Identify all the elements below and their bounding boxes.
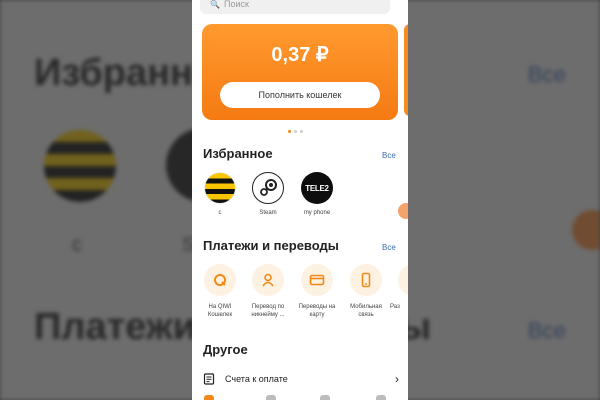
payment-label: Переводы на карту — [298, 304, 336, 318]
favorite-item-steam[interactable]: Steam — [246, 172, 290, 216]
document-icon — [203, 373, 215, 385]
chevron-right-icon: › — [395, 372, 399, 386]
steam-logo-icon — [252, 172, 284, 204]
favorite-item-tele2[interactable]: TELE2 my phone — [295, 172, 339, 216]
tab-history-icon[interactable] — [320, 395, 330, 400]
payment-label: Раз — [390, 304, 400, 310]
payment-item-mobile[interactable]: Мобильная связь — [342, 264, 390, 319]
favorite-label: Steam — [259, 210, 277, 216]
other-title: Другое — [203, 342, 248, 357]
favorite-item-beeline[interactable]: с — [198, 172, 242, 216]
bottom-tab-bar — [192, 392, 408, 400]
payment-item-card[interactable]: Переводы на карту — [293, 264, 341, 319]
payment-item-qiwi[interactable]: На QIWI Кошелек — [196, 264, 244, 319]
topup-wallet-button[interactable]: Пополнить кошелек — [220, 82, 380, 108]
favorites-see-all-link[interactable]: Все — [382, 151, 396, 160]
favorite-item-peek[interactable] — [398, 203, 408, 219]
tab-profile-icon[interactable] — [376, 395, 386, 400]
payment-item-peek[interactable]: Раз — [390, 264, 408, 311]
payment-item-nickname[interactable]: Перевод по никнейму ... — [244, 264, 292, 319]
beeline-logo-icon — [204, 172, 236, 204]
tele2-logo-icon: TELE2 — [301, 172, 333, 204]
search-icon: 🔍 — [210, 0, 220, 9]
balance-amount: 0,37 ₽ — [271, 44, 329, 66]
favorite-label: с — [218, 210, 222, 216]
list-icon — [398, 264, 408, 296]
next-card-peek[interactable] — [404, 24, 408, 116]
carousel-dots — [288, 130, 303, 133]
payments-see-all-link[interactable]: Все — [382, 243, 396, 252]
favorite-label: my phone — [303, 210, 331, 216]
person-icon — [252, 264, 284, 296]
phone-screen: 🔍 Поиск 0,37 ₽ Пополнить кошелек Избранн… — [192, 0, 408, 400]
search-placeholder: Поиск — [223, 0, 249, 9]
tab-payments-icon[interactable] — [266, 395, 276, 400]
carousel-dot — [294, 130, 297, 133]
search-input[interactable]: 🔍 Поиск — [200, 0, 390, 14]
bills-label: Счета к оплате — [225, 374, 288, 384]
payments-title: Платежи и переводы — [203, 238, 339, 253]
card-icon — [301, 264, 333, 296]
phone-icon — [350, 264, 382, 296]
payment-label: На QIWI Кошелек — [207, 304, 233, 318]
balance-card[interactable]: 0,37 ₽ Пополнить кошелек — [202, 24, 398, 120]
payment-label: Мобильная связь — [350, 304, 382, 318]
carousel-dot-active — [288, 130, 291, 133]
bills-to-pay-row[interactable]: Счета к оплате › — [203, 370, 399, 388]
carousel-dot — [300, 130, 303, 133]
tab-home-icon[interactable] — [204, 395, 214, 400]
favorites-title: Избранное — [203, 146, 273, 161]
payment-label: Перевод по никнейму ... — [251, 304, 285, 318]
qiwi-icon — [204, 264, 236, 296]
